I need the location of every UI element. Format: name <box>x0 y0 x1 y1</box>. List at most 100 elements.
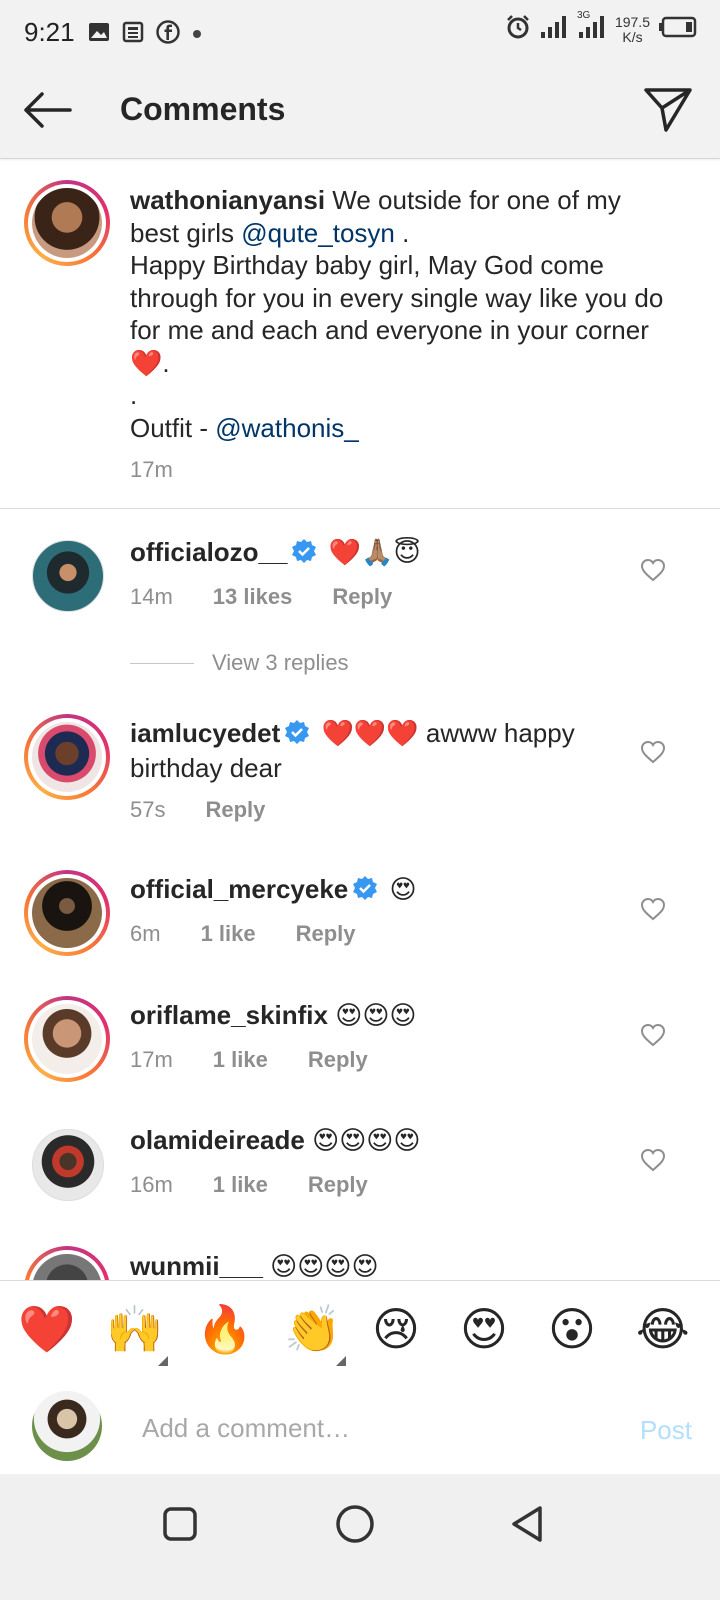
battery-icon <box>658 16 698 43</box>
comment-likes[interactable]: 13 likes <box>213 584 293 610</box>
comment-text: wunmii___ 😍😍😍😍 <box>130 1250 630 1282</box>
emoji-laugh-button[interactable]: 😂 <box>636 1301 690 1357</box>
comment-text: olamideireade 😍😍😍😍 <box>130 1124 630 1156</box>
comment-username[interactable]: wunmii___ <box>130 1251 263 1281</box>
like-heart-icon[interactable] <box>640 558 666 587</box>
comment-body: 😍 <box>382 874 417 904</box>
avatar[interactable] <box>32 540 104 612</box>
recents-square-icon[interactable] <box>160 1504 200 1549</box>
like-heart-icon[interactable] <box>640 1148 666 1177</box>
avatar-photo <box>32 722 102 792</box>
emoji-clap-button[interactable]: 👏 <box>284 1301 341 1357</box>
emoji-raised-hands-button[interactable]: 🙌 <box>106 1301 163 1357</box>
avatar[interactable] <box>24 996 110 1082</box>
avatar-photo <box>32 878 102 948</box>
avatar[interactable] <box>24 870 110 956</box>
avatar[interactable] <box>32 1129 104 1201</box>
emoji-heart-eyes-button[interactable]: 😍 <box>460 1301 508 1357</box>
comment-composer: Add a comment… Post <box>0 1377 720 1473</box>
status-time: 9:21 <box>24 17 75 47</box>
notification-dot-icon <box>192 26 202 44</box>
divider <box>0 508 720 509</box>
alarm-icon <box>505 14 531 45</box>
page-title: Comments <box>120 91 286 127</box>
speed-value: 197.5 <box>614 13 650 30</box>
comment-input[interactable]: Add a comment… <box>142 1413 350 1444</box>
direct-send-icon[interactable] <box>642 84 694 141</box>
comment-likes[interactable]: 1 like <box>213 1047 268 1073</box>
comment-likes[interactable]: 1 like <box>213 1172 268 1198</box>
replies-line <box>130 662 194 664</box>
comment-meta: 17m 1 like Reply <box>130 1047 408 1073</box>
post-caption: wathonianyansi We outside for one of my … <box>130 184 670 444</box>
comments-header: Comments <box>0 62 720 159</box>
system-navigation-bar <box>0 1474 720 1600</box>
comment-username[interactable]: officialozo__ <box>130 537 287 567</box>
reply-button[interactable]: Reply <box>296 921 356 947</box>
comment-likes[interactable]: 1 like <box>201 921 256 947</box>
comment-body: ❤️🙏🏽😇 <box>321 537 421 567</box>
reply-button[interactable]: Reply <box>205 797 265 823</box>
post-button[interactable]: Post <box>640 1415 692 1446</box>
view-replies-button[interactable]: View 3 replies <box>130 650 349 676</box>
comment-time: 16m <box>130 1172 173 1197</box>
signal-3g-icon: 3G <box>577 10 607 45</box>
emoji-cry-button[interactable]: 😢 <box>372 1301 420 1357</box>
skin-tone-indicator-icon <box>158 1353 168 1371</box>
like-heart-icon[interactable] <box>640 1023 666 1052</box>
comment-username[interactable]: olamideireade <box>130 1125 305 1155</box>
comment-body: 😍😍😍😍 <box>262 1251 379 1281</box>
comment-text: official_mercyeke 😍 <box>130 873 630 908</box>
comment-text: iamlucyedet ❤️❤️❤️ awww happy birthday d… <box>130 717 630 784</box>
gallery-icon <box>88 22 110 47</box>
avatar-photo <box>32 188 102 258</box>
network-type: 3G <box>576 10 591 21</box>
comment-time: 57s <box>130 797 166 822</box>
emoji-heart-button[interactable]: ❤️ <box>18 1301 75 1357</box>
back-triangle-icon[interactable] <box>506 1502 550 1551</box>
emoji-fire-button[interactable]: 🔥 <box>196 1301 253 1357</box>
verified-badge-icon <box>352 875 378 908</box>
comment-username[interactable]: oriflame_skinfix <box>130 1000 328 1030</box>
skin-tone-indicator-icon <box>336 1353 346 1371</box>
caption-outfit-mention[interactable]: @wathonis_ <box>215 413 358 443</box>
avatar-photo <box>32 1004 102 1074</box>
comment-meta: 14m 13 likes Reply <box>130 584 432 610</box>
caption-mention[interactable]: @qute_tosyn <box>241 218 395 248</box>
like-heart-icon[interactable] <box>640 897 666 926</box>
verified-badge-icon <box>291 538 317 571</box>
caption-outfit-label: Outfit - <box>130 412 216 443</box>
status-bar: 9:21 3G 197.5 K/s <box>0 0 720 62</box>
back-arrow-icon[interactable] <box>20 86 74 139</box>
reply-button[interactable]: Reply <box>308 1047 368 1073</box>
network-speed: 197.5 K/s <box>614 13 650 45</box>
view-replies-label: View 3 replies <box>212 650 349 675</box>
signal-icon <box>539 14 569 45</box>
comment-username[interactable]: iamlucyedet <box>130 718 280 748</box>
caption-username[interactable]: wathonianyansi <box>130 185 325 215</box>
like-heart-icon[interactable] <box>640 740 666 769</box>
my-avatar <box>32 1391 102 1461</box>
quick-emoji-bar: ❤️ 🙌 🔥 👏 😢 😍 😮 😂 <box>0 1280 720 1378</box>
home-circle-icon[interactable] <box>333 1502 377 1551</box>
avatar[interactable] <box>24 180 110 266</box>
reply-button[interactable]: Reply <box>308 1172 368 1198</box>
comment-text: oriflame_skinfix 😍😍😍 <box>130 999 630 1031</box>
comment-meta: 57s Reply <box>130 797 305 823</box>
comment-body: 😍😍😍😍 <box>304 1125 421 1155</box>
comment-username[interactable]: official_mercyeke <box>130 874 348 904</box>
avatar[interactable] <box>24 714 110 800</box>
comment-body: 😍😍😍 <box>327 1000 417 1030</box>
reply-button[interactable]: Reply <box>332 584 392 610</box>
comment-time: 6m <box>130 921 161 946</box>
comment-time: 17m <box>130 1047 173 1072</box>
comment-text: officialozo__ ❤️🙏🏽😇 <box>130 536 630 571</box>
comment-meta: 16m 1 like Reply <box>130 1172 408 1198</box>
caption-line: Happy Birthday baby girl, May God come t… <box>130 250 664 378</box>
emoji-surprised-button[interactable]: 😮 <box>548 1301 596 1357</box>
comment-meta: 6m 1 like Reply <box>130 921 396 947</box>
caption-dot: . <box>130 380 138 410</box>
facebook-icon <box>156 20 180 49</box>
caption-text-end: . <box>394 217 410 248</box>
verified-badge-icon <box>284 719 310 752</box>
